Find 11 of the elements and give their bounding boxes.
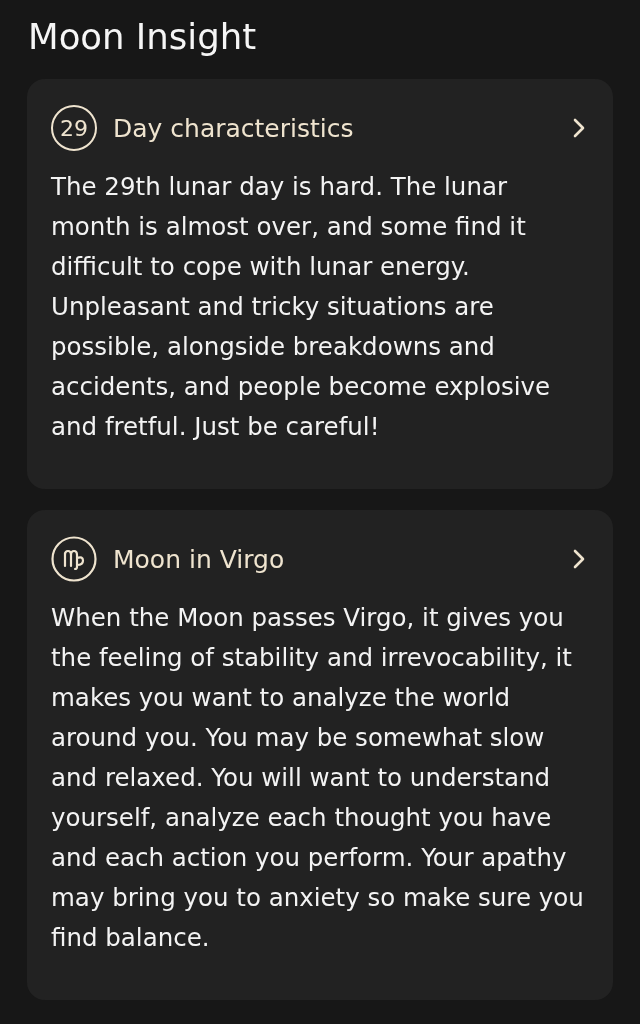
virgo-sign-icon bbox=[51, 536, 97, 582]
card-description: The 29th lunar day is hard. The lunar month is almost over, and some find it difficult to cope with lunar energy. Unpleasant and tricky situations are possible, alongside breakdowns and accidents, and people become explosive and fretful. Just be careful! bbox=[51, 171, 552, 443]
card-title: Moon in Virgo bbox=[113, 544, 286, 574]
card-description: When the Moon passes Virgo, it gives you the feeling of stability and irrevocability, it makes you want to analyze the world around you. You may be somewhat slow and relaxed. You will want to understand yourself, analyze each thought you have and each action you perform. Your apathy may bring you to anxiety so make sure you find balance. bbox=[51, 602, 585, 954]
chevron-right-icon bbox=[573, 118, 585, 138]
insight-card[interactable] bbox=[27, 79, 613, 489]
page-title: Moon Insight bbox=[28, 15, 257, 59]
insight-card[interactable] bbox=[27, 510, 613, 1000]
day-number-badge: 29 bbox=[51, 105, 97, 151]
chevron-right-icon bbox=[573, 549, 585, 569]
card-title: Day characteristics bbox=[113, 113, 355, 143]
